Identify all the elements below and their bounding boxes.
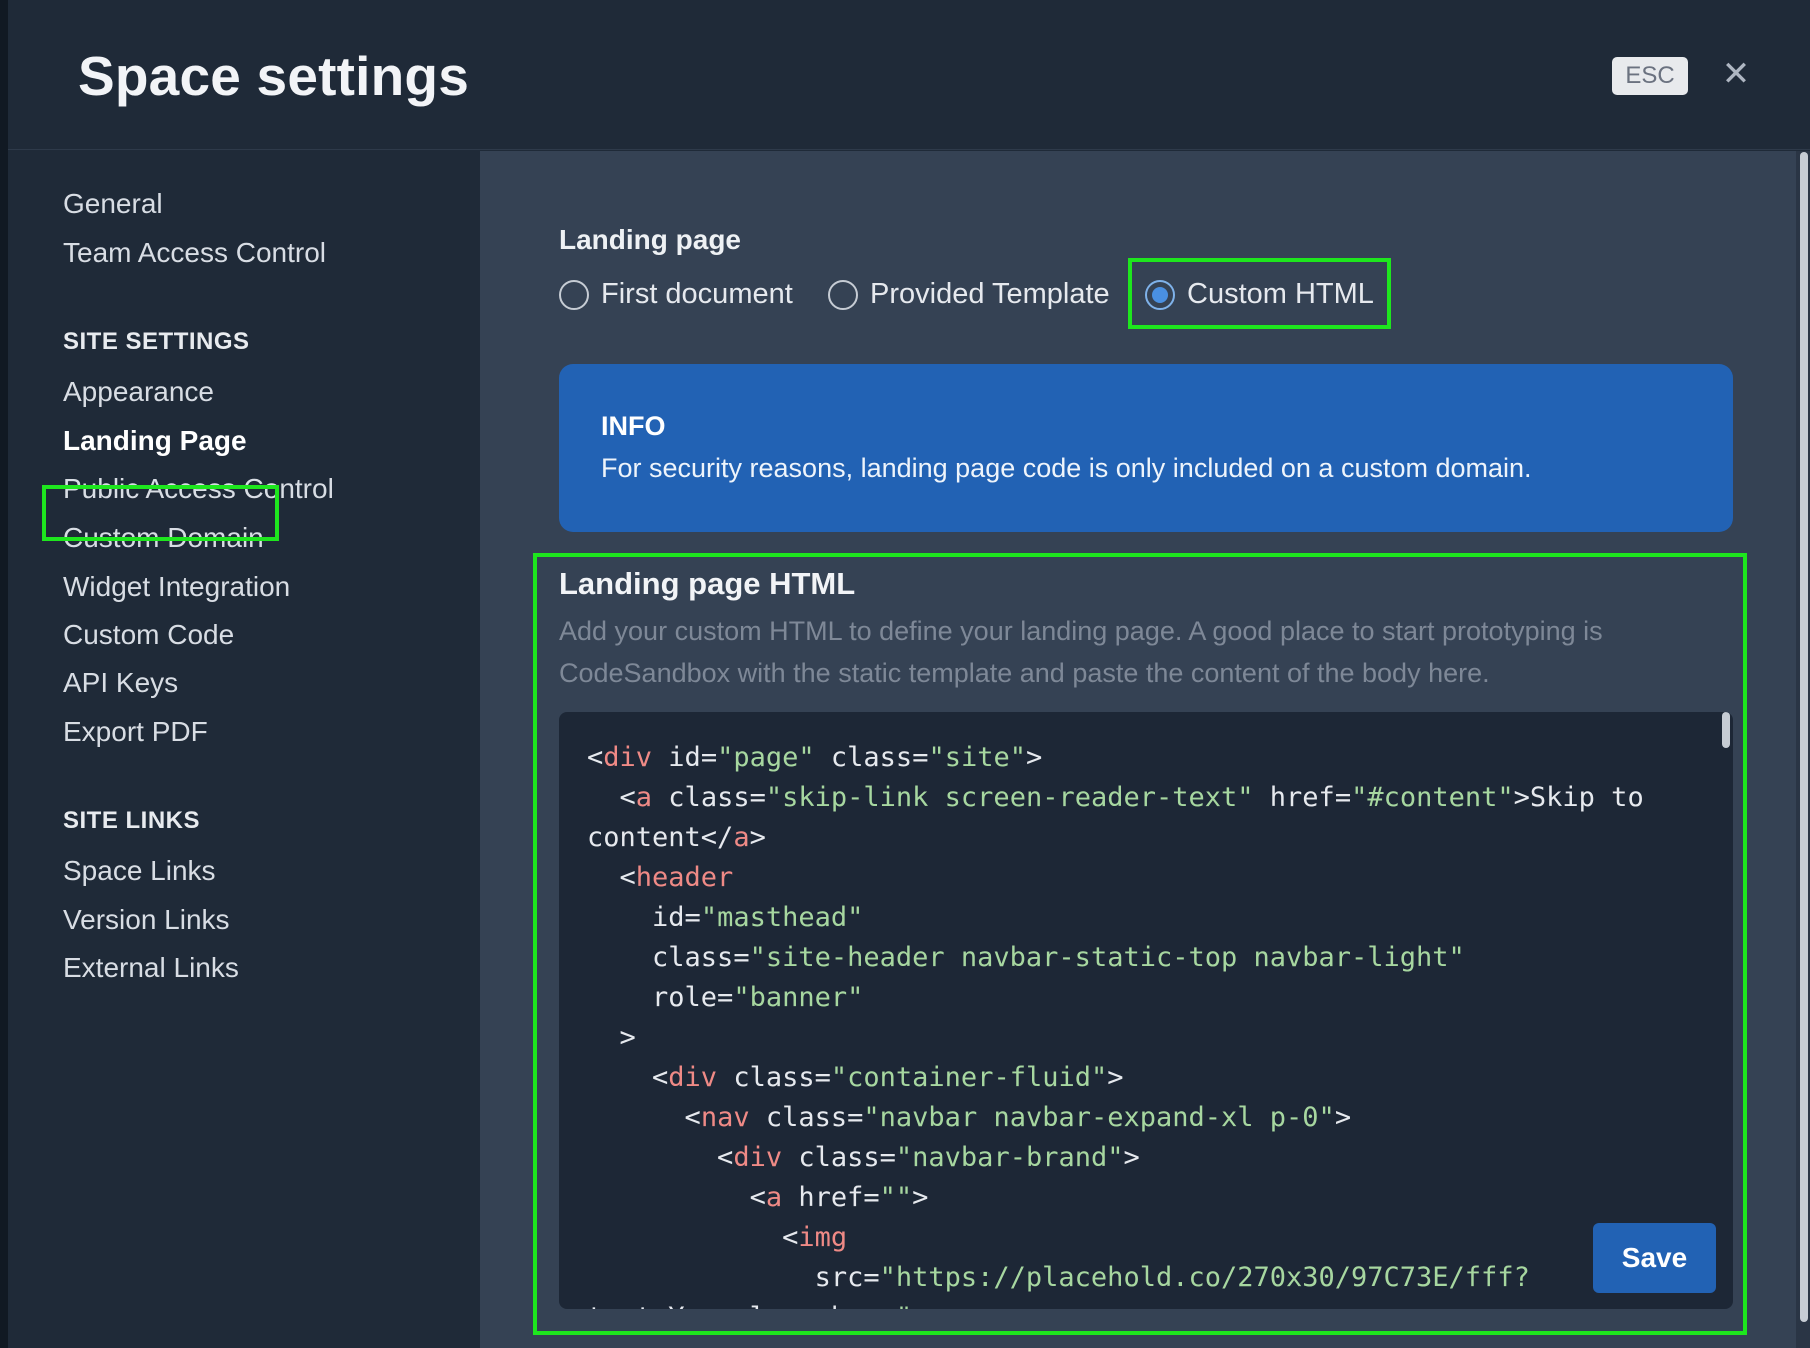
settings-sidebar: General Team Access Control SITE SETTING… bbox=[8, 151, 478, 1348]
sidebar-item-widget-integration[interactable]: Widget Integration bbox=[63, 571, 290, 603]
site-links-heading: SITE LINKS bbox=[63, 807, 201, 834]
sidebar-item-version-links[interactable]: Version Links bbox=[63, 904, 230, 936]
info-callout: INFO For security reasons, landing page … bbox=[559, 364, 1733, 532]
sidebar-item-general[interactable]: General bbox=[63, 188, 163, 220]
sidebar-item-export-pdf[interactable]: Export PDF bbox=[63, 716, 208, 748]
esc-key-badge: ESC bbox=[1612, 57, 1688, 95]
radio-circle-icon[interactable] bbox=[828, 279, 858, 310]
page-title: Space settings bbox=[78, 45, 469, 107]
radio-provided-template[interactable]: Provided Template bbox=[828, 278, 1110, 311]
highlight-custom-html-radio bbox=[1128, 258, 1391, 329]
close-icon[interactable]: ✕ bbox=[1716, 54, 1756, 94]
sidebar-item-api-keys[interactable]: API Keys bbox=[63, 667, 178, 699]
sidebar-item-custom-code[interactable]: Custom Code bbox=[63, 619, 234, 651]
site-settings-heading: SITE SETTINGS bbox=[63, 328, 250, 355]
radio-label: Provided Template bbox=[870, 278, 1110, 310]
landing-page-label: Landing page bbox=[559, 224, 741, 255]
radio-circle-icon[interactable] bbox=[559, 279, 589, 310]
highlight-landing-page-nav bbox=[42, 485, 279, 541]
highlight-landing-html-section bbox=[533, 553, 1747, 1335]
settings-modal: Space settings ESC ✕ General Team Access… bbox=[8, 0, 1810, 1348]
sidebar-item-external-links[interactable]: External Links bbox=[63, 952, 239, 984]
sidebar-item-appearance[interactable]: Appearance bbox=[63, 376, 214, 408]
info-text: For security reasons, landing page code … bbox=[601, 453, 1532, 483]
sidebar-item-space-links[interactable]: Space Links bbox=[63, 855, 216, 887]
content-scrollbar-thumb[interactable] bbox=[1800, 152, 1808, 1322]
sidebar-item-team-access-control[interactable]: Team Access Control bbox=[63, 237, 326, 269]
modal-header: Space settings ESC ✕ bbox=[8, 0, 1810, 150]
sidebar-item-landing-page[interactable]: Landing Page bbox=[63, 425, 247, 457]
radio-label: First document bbox=[601, 278, 793, 310]
radio-first-document[interactable]: First document bbox=[559, 278, 793, 311]
info-title: INFO bbox=[601, 411, 666, 441]
